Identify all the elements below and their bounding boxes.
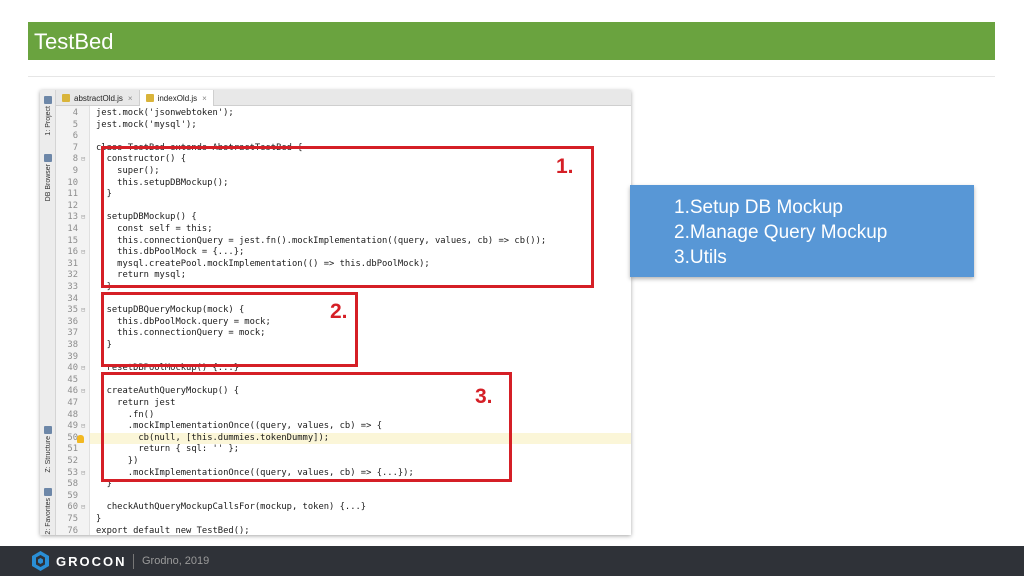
code-text: jest.mock('mysql'); — [96, 119, 197, 130]
star-icon — [44, 488, 52, 496]
js-file-icon — [62, 94, 70, 102]
grocon-logo-icon — [32, 551, 49, 571]
editor-tab-bar: abstractOld.js × indexOld.js × — [56, 90, 631, 106]
fold-toggle-icon[interactable]: ⊟ — [81, 502, 85, 514]
line-number: 34 — [67, 293, 78, 304]
line-number: 39 — [67, 351, 78, 362]
fold-toggle-icon[interactable]: ⊟ — [81, 247, 85, 259]
line-number: 4 — [72, 108, 78, 118]
lightbulb-icon[interactable] — [77, 434, 84, 443]
line-number: 36 — [67, 316, 78, 327]
line-number: 50 — [67, 432, 78, 443]
line-number: 11 — [67, 189, 78, 200]
line-number: 14 — [67, 224, 78, 234]
project-icon — [44, 96, 52, 104]
code-line[interactable]: 5 jest.mock('mysql'); — [73, 119, 631, 132]
summary-box: 1.Setup DB Mockup 2.Manage Query Mockup … — [630, 185, 974, 277]
line-number: 16 — [67, 247, 78, 258]
line-number: 47 — [67, 398, 78, 408]
line-number: 7 — [72, 142, 78, 153]
ide-tool-sidebar: 1: Project DB Browser Z: Structure 2: Fa… — [40, 90, 56, 535]
line-number: 33 — [67, 282, 78, 292]
code-line[interactable]: 59 — [67, 491, 631, 503]
fold-toggle-icon[interactable]: ⊟ — [81, 468, 85, 480]
code-text: checkAuthQueryMockupCallsFor(mockup, tok… — [96, 502, 367, 513]
line-number: 49 — [67, 421, 78, 432]
code-line[interactable]: 6 — [73, 131, 631, 143]
title-divider — [28, 76, 995, 77]
fold-toggle-icon[interactable]: ⊟ — [81, 421, 85, 433]
structure-tool-tab[interactable]: Z: Structure — [41, 426, 55, 473]
line-number: 37 — [67, 328, 78, 339]
line-number: 12 — [67, 200, 78, 211]
footer-divider — [133, 554, 134, 569]
code-text: export default new TestBed(); — [96, 525, 250, 535]
code-line[interactable]: 4 jest.mock('jsonwebtoken'); — [73, 108, 631, 120]
project-tool-tab[interactable]: 1: Project — [41, 96, 55, 136]
db-browser-tool-tab[interactable]: DB Browser — [41, 154, 55, 201]
line-number: 40 — [67, 363, 78, 374]
line-number: 8 — [72, 154, 78, 165]
line-number: 13 — [67, 212, 78, 223]
line-number: 9 — [72, 166, 78, 176]
annotation-box-2 — [101, 292, 358, 367]
summary-item: 3.Utils — [674, 247, 727, 268]
fold-toggle-icon[interactable]: ⊟ — [81, 386, 85, 398]
annotation-box-3 — [101, 372, 512, 482]
line-number: 52 — [67, 456, 78, 466]
slide-title-bar: TestBed — [28, 22, 995, 60]
line-number: 53 — [67, 467, 78, 478]
line-number: 31 — [67, 258, 78, 269]
line-number: 32 — [67, 270, 78, 281]
line-number: 45 — [67, 374, 78, 385]
code-text: } — [96, 514, 102, 524]
code-text: jest.mock('jsonwebtoken'); — [96, 108, 234, 118]
slide-footer: GROCON Grodno, 2019 — [0, 546, 1024, 576]
line-number: 15 — [67, 235, 78, 246]
footer-brand: GROCON — [56, 554, 127, 569]
annotation-label-3: 3. — [475, 385, 493, 408]
footer-subtitle: Grodno, 2019 — [142, 555, 210, 567]
line-number: 58 — [67, 479, 78, 490]
tab-indexold-js[interactable]: indexOld.js × — [139, 90, 214, 106]
line-number: 38 — [67, 340, 78, 350]
line-number: 10 — [67, 177, 78, 188]
code-line[interactable]: 75} — [67, 514, 631, 526]
tab-abstractold-js[interactable]: abstractOld.js × — [56, 90, 140, 106]
summary-item: 2.Manage Query Mockup — [674, 222, 888, 243]
favorites-tool-tab[interactable]: 2: Favorites — [41, 488, 55, 535]
code-line[interactable]: 60 ⊟ checkAuthQueryMockupCallsFor(mockup,… — [67, 502, 631, 514]
fold-toggle-icon[interactable]: ⊟ — [81, 363, 85, 375]
summary-item: 1.Setup DB Mockup — [674, 197, 843, 218]
line-number: 75 — [67, 514, 78, 524]
slide-title: TestBed — [34, 29, 114, 54]
line-number: 60 — [67, 502, 78, 513]
structure-icon — [44, 426, 52, 434]
js-file-icon — [145, 94, 154, 102]
fold-toggle-icon[interactable]: ⊟ — [81, 305, 85, 317]
annotation-box-1 — [101, 146, 594, 288]
line-number: 48 — [67, 409, 78, 420]
line-number: 46 — [67, 386, 78, 397]
code-line[interactable]: 76 export default new TestBed(); — [67, 525, 631, 535]
fold-toggle-icon[interactable]: ⊟ — [81, 154, 85, 166]
close-icon[interactable]: × — [128, 94, 133, 103]
close-icon[interactable]: × — [202, 94, 207, 103]
line-number: 59 — [67, 490, 78, 501]
line-number: 6 — [72, 131, 78, 142]
fold-toggle-icon[interactable]: ⊟ — [81, 212, 85, 224]
annotation-label-1: 1. — [556, 155, 574, 178]
annotation-label-2: 2. — [330, 300, 348, 323]
line-number: 51 — [67, 444, 78, 455]
database-icon — [44, 154, 52, 162]
line-number: 35 — [67, 305, 78, 316]
line-number: 76 — [67, 525, 78, 535]
line-number: 5 — [72, 119, 78, 130]
